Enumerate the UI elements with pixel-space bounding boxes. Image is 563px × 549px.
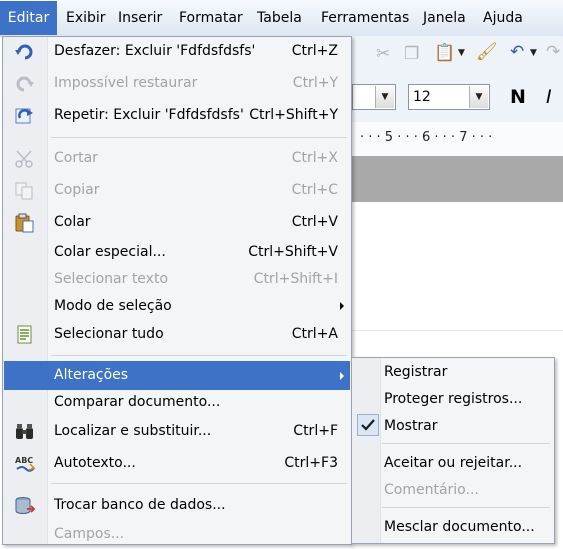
menu-item-repeat[interactable]: Repetir: Excluir 'Fdfdsfdsfs' Ctrl+Shift… xyxy=(4,102,350,130)
menu-item-changes[interactable]: Alterações xyxy=(4,361,350,390)
binoculars-icon xyxy=(16,424,33,439)
separator xyxy=(382,443,550,444)
copy-toolbar-icon[interactable]: ❐ xyxy=(404,44,419,64)
restore-icon xyxy=(16,76,34,92)
bold-button[interactable]: N xyxy=(510,86,526,108)
text-boundary-line xyxy=(352,330,563,331)
database-icon xyxy=(15,497,36,514)
menubar: Editar Exibir Inserir Formatar Tabela Fe… xyxy=(0,0,563,37)
select-all-icon xyxy=(17,325,32,344)
menu-inserir[interactable]: Inserir xyxy=(118,9,162,27)
italic-button[interactable]: I xyxy=(546,86,552,108)
menu-ferramentas[interactable]: Ferramentas xyxy=(321,9,409,27)
page-margin-area xyxy=(352,156,563,202)
horizontal-ruler: · · · 5 · · · 6 · · · 7 · · · xyxy=(352,122,563,157)
paste-dropdown-icon[interactable]: ▼ xyxy=(458,48,465,58)
redo-toolbar-icon[interactable]: ↷ xyxy=(546,42,560,62)
font-name-combo[interactable]: ▼ xyxy=(352,84,396,110)
menu-item-cut[interactable]: Cortar Ctrl+X xyxy=(4,145,350,173)
menu-exibir[interactable]: Exibir xyxy=(66,9,106,27)
submenu-item-accept-reject[interactable]: Aceitar ou rejeitar... xyxy=(353,450,553,476)
submenu-item-merge-document[interactable]: Mesclar documento... xyxy=(353,514,553,540)
copy-icon xyxy=(15,182,33,200)
paste-icon xyxy=(15,213,34,233)
menu-item-exchange-database[interactable]: Trocar banco de dados... xyxy=(4,492,350,520)
repeat-icon xyxy=(15,108,33,124)
menu-item-compare-document[interactable]: Comparar documento... xyxy=(4,389,350,417)
scissors-icon xyxy=(15,150,33,168)
menu-tabela[interactable]: Tabela xyxy=(257,9,302,27)
menu-ajuda[interactable]: Ajuda xyxy=(483,9,523,27)
undo-toolbar-icon[interactable]: ↶ xyxy=(510,42,524,62)
submenu-arrow-icon xyxy=(340,372,344,380)
paste-toolbar-icon[interactable]: 📋 xyxy=(434,43,455,63)
separator xyxy=(51,483,347,484)
menu-item-paste[interactable]: Colar Ctrl+V xyxy=(4,209,350,237)
menu-editar[interactable]: Editar xyxy=(0,1,57,35)
separator xyxy=(51,355,347,356)
submenu-item-protect-records[interactable]: Proteger registros... xyxy=(353,386,553,412)
submenu-item-show[interactable]: Mostrar xyxy=(353,413,553,439)
undo-dropdown-icon[interactable]: ▼ xyxy=(530,48,537,58)
undo-icon xyxy=(15,44,33,60)
chevron-down-icon[interactable]: ▼ xyxy=(375,86,394,108)
font-size-combo[interactable]: 12 ▼ xyxy=(408,84,490,110)
font-size-value: 12 xyxy=(413,89,431,105)
autotext-icon: ABC xyxy=(15,456,36,472)
cut-toolbar-icon[interactable]: ✂ xyxy=(376,44,390,64)
clone-format-icon[interactable]: 🖌 xyxy=(476,42,498,62)
checkmark-icon xyxy=(357,414,379,436)
menu-item-selection-mode[interactable]: Modo de seleção xyxy=(4,293,350,321)
menu-item-select-text[interactable]: Selecionar texto Ctrl+Shift+I xyxy=(4,266,350,294)
submenu-arrow-icon xyxy=(340,302,344,310)
submenu-item-comment[interactable]: Comentário... xyxy=(353,477,553,503)
menu-item-copy[interactable]: Copiar Ctrl+C xyxy=(4,177,350,205)
edit-menu: Desfazer: Excluir 'Fdfdsfdsfs' Ctrl+Z Im… xyxy=(2,36,352,545)
menu-item-paste-special[interactable]: Colar especial... Ctrl+Shift+V xyxy=(4,239,350,267)
changes-submenu: Registrar Proteger registros... Mostrar … xyxy=(351,357,555,544)
submenu-item-record[interactable]: Registrar xyxy=(353,359,553,385)
menu-item-find-replace[interactable]: Localizar e substituir... Ctrl+F xyxy=(4,418,350,446)
menu-item-select-all[interactable]: Selecionar tudo Ctrl+A xyxy=(4,321,350,349)
ruler-marks: · · · 5 · · · 6 · · · 7 · · · xyxy=(360,130,493,145)
standard-toolbar: ✂ ❐ 📋 ▼ 🖌 ↶ ▼ ↷ xyxy=(352,36,563,75)
separator xyxy=(382,507,550,508)
chevron-down-icon[interactable]: ▼ xyxy=(469,86,488,108)
separator xyxy=(51,137,347,138)
menu-formatar[interactable]: Formatar xyxy=(179,9,243,27)
menu-item-undo[interactable]: Desfazer: Excluir 'Fdfdsfdsfs' Ctrl+Z xyxy=(4,38,350,66)
menu-janela[interactable]: Janela xyxy=(423,9,466,27)
menu-item-autotext[interactable]: ABC Autotexto... Ctrl+F3 xyxy=(4,450,350,478)
menu-item-restore[interactable]: Impossível restaurar Ctrl+Y xyxy=(4,70,350,98)
